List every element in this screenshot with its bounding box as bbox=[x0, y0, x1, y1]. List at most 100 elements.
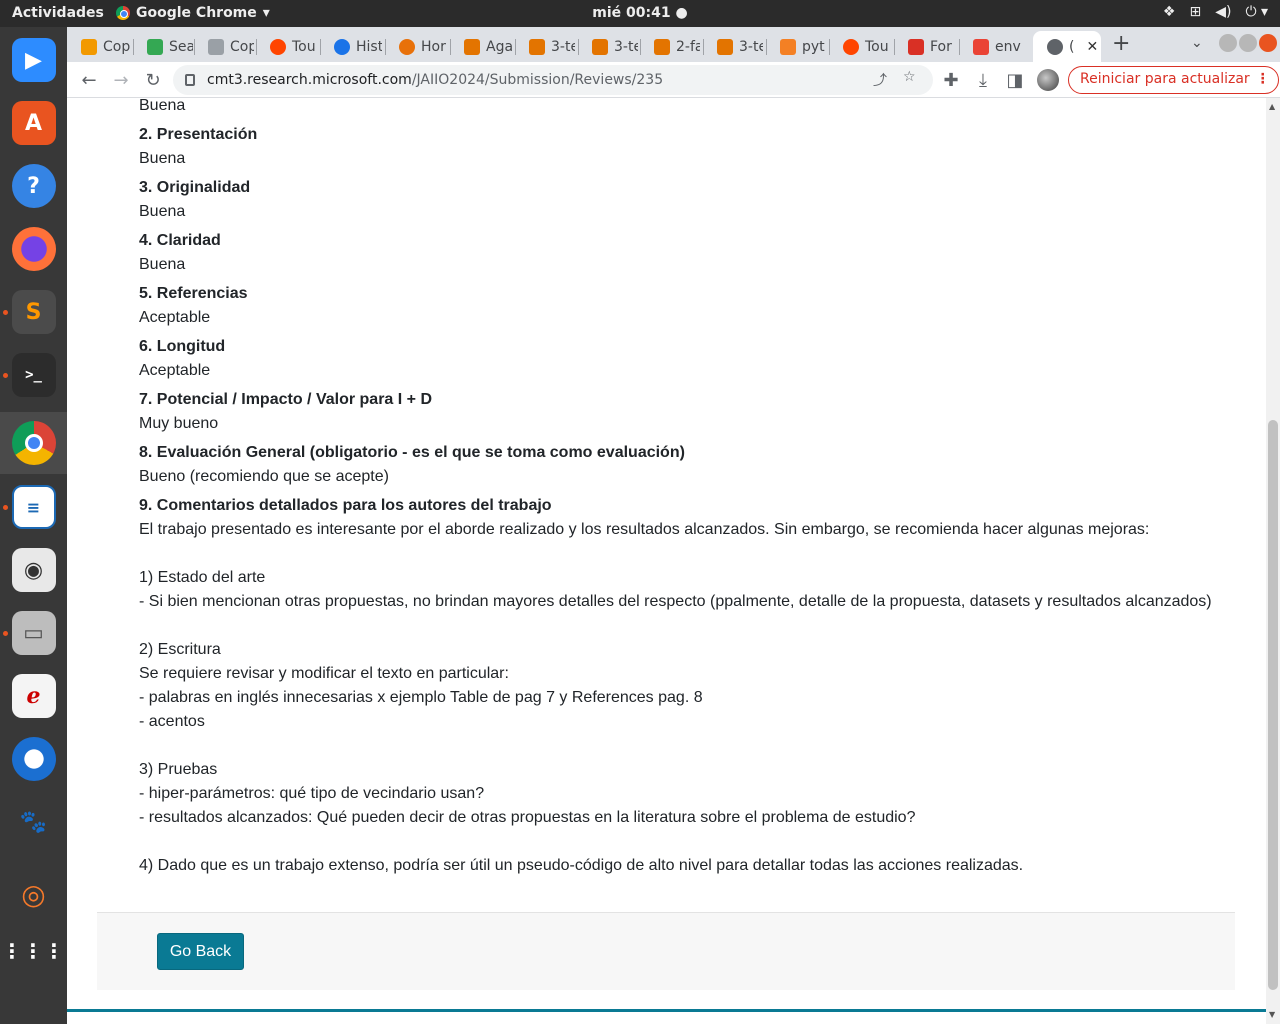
volume-icon[interactable]: ◀) bbox=[1215, 4, 1231, 20]
dock-chrome[interactable] bbox=[0, 412, 67, 474]
thunderbird-icon bbox=[11, 737, 56, 781]
browser-tab[interactable]: pyt bbox=[766, 31, 826, 62]
review-answer: Bueno (recomiendo que se acepte) bbox=[139, 468, 389, 485]
dock-terminal[interactable]: >_ bbox=[0, 344, 67, 406]
extensions-icon[interactable]: ✚ bbox=[939, 68, 963, 92]
browser-tab[interactable]: 3-te bbox=[578, 31, 638, 62]
tab-favicon-icon bbox=[843, 38, 859, 55]
chrome-icon bbox=[116, 6, 130, 20]
back-button[interactable]: ← bbox=[77, 68, 101, 92]
dock-writer[interactable]: ≡ bbox=[0, 476, 67, 538]
comment-line: 4) Dado que es un trabajo extenso, podrí… bbox=[139, 857, 1024, 874]
dock-software[interactable]: A bbox=[0, 92, 67, 154]
dock-sublime[interactable]: S bbox=[0, 281, 67, 343]
close-window-button[interactable] bbox=[1259, 34, 1277, 52]
browser-tab[interactable]: 3-te bbox=[515, 31, 575, 62]
review-question-title: 6. Longitud bbox=[139, 338, 226, 355]
dock-help[interactable]: ? bbox=[0, 155, 67, 217]
tab-favicon-icon bbox=[147, 38, 163, 55]
dropbox-icon[interactable]: ❖ bbox=[1163, 4, 1176, 20]
review-answer: Buena bbox=[139, 203, 186, 220]
comment-line bbox=[139, 614, 1249, 638]
gimp-icon: 🐾 bbox=[11, 800, 56, 844]
dock: ▶ A ? S >_ ≡ ◉ ▭ ℯ 🐾 ◎ ⋮⋮⋮ bbox=[0, 27, 67, 1024]
dock-gimp[interactable]: 🐾 bbox=[0, 791, 67, 853]
browser-tab[interactable]: Cop bbox=[194, 31, 254, 62]
browser-tab[interactable]: Hist bbox=[320, 31, 382, 62]
dock-files[interactable]: ▭ bbox=[0, 602, 67, 664]
forward-button[interactable]: → bbox=[109, 68, 133, 92]
scroll-down-arrow[interactable]: ▼ bbox=[1269, 1010, 1275, 1019]
zoom-icon: ▶ bbox=[11, 38, 56, 82]
more-vert-icon: ⋮ bbox=[1255, 71, 1270, 87]
profile-avatar[interactable] bbox=[1037, 69, 1059, 91]
dock-rhythmbox[interactable]: ◉ bbox=[0, 539, 67, 601]
share-icon[interactable]: ⤴ bbox=[873, 70, 887, 90]
review-answer: Buena bbox=[139, 98, 186, 114]
page-scrollbar[interactable]: ▲ ▼ bbox=[1266, 98, 1280, 1024]
restart-to-update-button[interactable]: Reiniciar para actualizar ⋮ bbox=[1068, 66, 1279, 94]
close-tab-icon[interactable]: ✕ bbox=[1086, 39, 1098, 55]
lock-icon[interactable] bbox=[185, 74, 195, 86]
comment-line bbox=[139, 542, 1249, 566]
browser-tab[interactable]: Aga bbox=[450, 31, 512, 62]
dock-thunderbird[interactable] bbox=[0, 728, 67, 790]
scroll-up-arrow[interactable]: ▲ bbox=[1269, 102, 1275, 111]
footer-panel: Go Back bbox=[97, 912, 1235, 990]
terminal-icon: >_ bbox=[11, 353, 56, 397]
comment-line: - hiper-parámetros: qué tipo de vecindar… bbox=[139, 785, 485, 802]
side-panel-icon[interactable]: ◨ bbox=[1003, 68, 1027, 92]
comments-heading: 9. Comentarios detallados para los autor… bbox=[139, 497, 552, 514]
comment-line: - acentos bbox=[139, 713, 205, 730]
browser-tab[interactable]: env bbox=[959, 31, 1023, 62]
browser-toolbar: ← → ↻ cmt3.research.microsoft.com/JAIIO2… bbox=[67, 62, 1280, 98]
system-tray[interactable]: ❖ ⊞ ◀) ⏻ ▾ bbox=[1163, 4, 1268, 20]
browser-tab[interactable]: Cop bbox=[67, 31, 131, 62]
review-answer: Aceptable bbox=[139, 309, 211, 326]
firefox-icon bbox=[11, 227, 56, 271]
browser-tab[interactable]: Tou bbox=[256, 31, 316, 62]
comment-line: - Si bien mencionan otras propuestas, no… bbox=[139, 593, 1212, 610]
tab-search-icon[interactable]: ⌄ bbox=[1191, 35, 1203, 51]
browser-tab[interactable]: Sea bbox=[133, 31, 193, 62]
tab-strip: Cop Sea Cop Tou Hist Hor Aga 3-te 3-te 2… bbox=[67, 27, 1280, 62]
show-applications-icon: ⋮⋮⋮ bbox=[2, 929, 64, 973]
dock-zoom[interactable]: ▶ bbox=[0, 29, 67, 91]
comment-line bbox=[139, 830, 1249, 854]
review-question-title: 4. Claridad bbox=[139, 232, 221, 249]
network-icon[interactable]: ⊞ bbox=[1189, 4, 1201, 20]
address-bar[interactable]: cmt3.research.microsoft.com/JAIIO2024/Su… bbox=[173, 65, 933, 95]
dock-firefox[interactable] bbox=[0, 218, 67, 280]
dock-evince[interactable]: ℯ bbox=[0, 665, 67, 727]
app-name: Google Chrome bbox=[136, 5, 257, 21]
browser-tab-active[interactable]: (✕ bbox=[1033, 31, 1101, 62]
comment-line: 1) Estado del arte bbox=[139, 569, 266, 586]
minimize-button[interactable] bbox=[1219, 34, 1237, 52]
comment-line: Se requiere revisar y modificar el texto… bbox=[139, 665, 509, 682]
activities-button[interactable]: Actividades bbox=[12, 5, 104, 21]
browser-tab[interactable]: For bbox=[894, 31, 956, 62]
browser-tab[interactable]: 2-fa bbox=[640, 31, 700, 62]
bookmark-star-icon[interactable]: ☆ bbox=[903, 69, 916, 85]
comment-line: El trabajo presentado es interesante por… bbox=[139, 521, 1150, 538]
new-tab-button[interactable]: + bbox=[1112, 31, 1130, 56]
tab-favicon-icon bbox=[270, 38, 286, 55]
go-back-button[interactable]: Go Back bbox=[157, 933, 244, 970]
system-top-bar: Actividades Google Chrome ▾ mié 00:41 ● … bbox=[0, 0, 1280, 27]
tab-favicon-icon bbox=[780, 38, 796, 55]
tab-favicon-icon bbox=[81, 38, 97, 55]
download-icon[interactable]: ⤓ bbox=[971, 68, 995, 92]
browser-tab[interactable]: 3-te bbox=[703, 31, 763, 62]
reload-button[interactable]: ↻ bbox=[141, 68, 165, 92]
scrollbar-thumb[interactable] bbox=[1268, 420, 1278, 990]
tab-favicon-icon bbox=[908, 38, 924, 55]
tab-favicon-icon bbox=[529, 38, 545, 55]
power-icon[interactable]: ⏻ ▾ bbox=[1245, 4, 1268, 20]
app-menu[interactable]: Google Chrome ▾ bbox=[116, 5, 270, 21]
browser-tab[interactable]: Tou bbox=[829, 31, 891, 62]
maximize-button[interactable] bbox=[1239, 34, 1257, 52]
dock-blender[interactable]: ◎ bbox=[0, 863, 67, 925]
browser-tab[interactable]: Hor bbox=[385, 31, 447, 62]
dock-app-grid[interactable]: ⋮⋮⋮ bbox=[0, 920, 67, 982]
libreoffice-writer-icon: ≡ bbox=[11, 485, 56, 529]
